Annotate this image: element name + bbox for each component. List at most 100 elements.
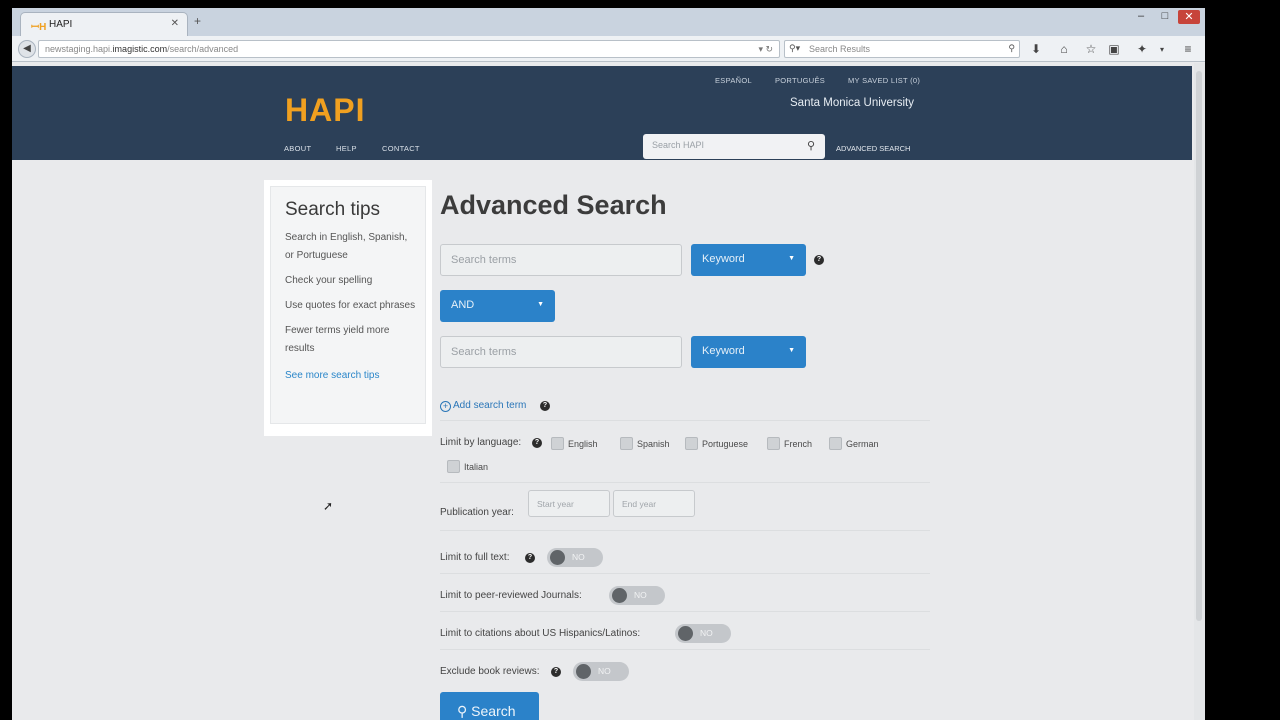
saved-list-link[interactable]: MY SAVED LIST (0) [848, 76, 920, 85]
close-window-icon[interactable]: ✕ [1178, 10, 1200, 24]
help-icon[interactable]: ? [525, 553, 535, 563]
maximize-icon[interactable]: □ [1154, 10, 1176, 24]
toggle-knob [550, 550, 565, 565]
url-domain: imagistic.com [112, 44, 168, 54]
checkbox-french[interactable] [767, 437, 780, 450]
operator-select[interactable]: AND ▼ [440, 290, 555, 322]
start-year-placeholder: Start year [537, 499, 574, 509]
checkbox-label: Italian [464, 462, 489, 472]
hapi-logo[interactable]: HAPI [285, 92, 365, 129]
peer-reviewed-toggle[interactable]: NO [609, 586, 665, 605]
nav-contact[interactable]: CONTACT [382, 144, 420, 153]
field-select-value: Keyword [702, 345, 745, 357]
help-icon[interactable]: ? [532, 438, 542, 448]
checkbox-label: French [784, 439, 813, 449]
new-tab-icon[interactable]: + [194, 14, 201, 28]
bookmarks-menu-icon[interactable]: ▣ [1106, 42, 1122, 56]
toggle-text: NO [572, 552, 585, 562]
nav-help[interactable]: HELP [336, 144, 357, 153]
search-icon[interactable]: ⚲ [807, 139, 815, 152]
search-term-input-1[interactable]: Search terms [440, 244, 682, 276]
browser-search-placeholder: Search Results [809, 44, 871, 54]
search-button[interactable]: ⚲ Search [440, 692, 539, 720]
divider [440, 649, 930, 650]
search-tips-title: Search tips [285, 199, 381, 220]
checkbox-italian[interactable] [447, 460, 460, 473]
toggle-knob [612, 588, 627, 603]
search-term-placeholder: Search terms [451, 346, 517, 358]
divider [440, 482, 930, 483]
download-icon[interactable]: ⬇ [1028, 42, 1044, 56]
checkbox-english[interactable] [551, 437, 564, 450]
close-tab-icon[interactable]: ✕ [171, 18, 179, 29]
add-search-term-label: Add search term [453, 400, 527, 411]
url-prefix: newstaging.hapi. [45, 44, 113, 54]
search-term-placeholder: Search terms [451, 254, 517, 266]
help-icon[interactable]: ? [540, 401, 550, 411]
home-icon[interactable]: ⌂ [1056, 42, 1072, 56]
book-reviews-label: Exclude book reviews: [440, 666, 540, 677]
book-reviews-toggle[interactable]: NO [573, 662, 629, 681]
add-search-term-button[interactable]: + Add search term [440, 400, 526, 412]
site-search-placeholder: Search HAPI [652, 140, 705, 150]
lang-portugues-link[interactable]: PORTUGUÊS [775, 76, 825, 85]
bookmark-star-icon[interactable]: ☆ [1083, 42, 1099, 56]
url-bar[interactable]: newstaging.hapi.imagistic.com/search/adv… [38, 40, 780, 58]
browser-search-field[interactable]: ⚲▾ Search Results ⚲ [784, 40, 1020, 58]
operator-value: AND [451, 299, 475, 311]
scrollbar-thumb[interactable] [1196, 71, 1202, 621]
field-select-2[interactable]: Keyword ▼ [691, 336, 806, 368]
institution-name: Santa Monica University [790, 97, 914, 109]
back-arrow-icon[interactable]: ◀ [18, 40, 36, 58]
help-icon[interactable]: ? [814, 255, 824, 265]
tab-title: HAPI [49, 19, 73, 30]
divider [440, 530, 930, 531]
help-icon[interactable]: ? [551, 667, 561, 677]
tip-item: Fewer terms yield more results [285, 325, 390, 354]
search-icon[interactable]: ⚲ [1008, 43, 1015, 54]
hispanic-label: Limit to citations about US Hispanics/La… [440, 628, 641, 639]
menu-icon[interactable]: ≡ [1180, 42, 1196, 56]
browser-tab[interactable]: ꟷH HAPI ✕ [20, 12, 188, 36]
advanced-search-link[interactable]: ADVANCED SEARCH [836, 144, 910, 153]
search-icon: ⚲ [457, 703, 468, 719]
minimize-icon[interactable]: – [1130, 10, 1152, 24]
checkbox-spanish[interactable] [620, 437, 633, 450]
divider [440, 611, 930, 612]
advanced-search-form: Advanced Search Search terms Keyword ▼ ?… [440, 180, 940, 720]
search-term-input-2[interactable]: Search terms [440, 336, 682, 368]
tab-strip: ꟷH HAPI ✕ + – □ ✕ [12, 8, 1205, 36]
peer-reviewed-label: Limit to peer-reviewed Journals: [440, 590, 582, 601]
mouse-cursor-icon: ➚ [323, 499, 334, 513]
lang-espanol-link[interactable]: ESPAÑOL [715, 76, 752, 85]
scrollbar[interactable] [1194, 63, 1205, 720]
divider [440, 573, 930, 574]
checkbox-label: Portuguese [702, 439, 749, 449]
start-year-input[interactable]: Start year [528, 490, 610, 517]
reload-icon[interactable]: ▾ ↻ [758, 44, 773, 55]
checkbox-label: English [568, 439, 598, 449]
end-year-input[interactable]: End year [613, 490, 695, 517]
addon-icon[interactable]: ✦ [1134, 42, 1150, 56]
divider [440, 420, 930, 421]
navigation-bar: ◀ newstaging.hapi.imagistic.com/search/a… [12, 36, 1205, 62]
nav-about[interactable]: ABOUT [284, 144, 311, 153]
checkbox-label: German [846, 439, 879, 449]
caret-down-icon: ▼ [788, 347, 795, 354]
field-select-value: Keyword [702, 253, 745, 265]
search-button-label: Search [471, 703, 516, 719]
search-engine-icon[interactable]: ⚲▾ [789, 43, 800, 54]
page-content: ESPAÑOL PORTUGUÊS MY SAVED LIST (0) Sant… [12, 63, 1192, 720]
pubyear-label: Publication year: [440, 507, 514, 518]
fulltext-toggle[interactable]: NO [547, 548, 603, 567]
end-year-placeholder: End year [622, 499, 657, 509]
field-select-1[interactable]: Keyword ▼ [691, 244, 806, 276]
hispanic-toggle[interactable]: NO [675, 624, 731, 643]
more-tips-link[interactable]: See more search tips [285, 370, 380, 381]
addon-dropdown-icon[interactable]: ▾ [1154, 45, 1170, 54]
caret-down-icon: ▼ [537, 301, 544, 308]
checkbox-german[interactable] [829, 437, 842, 450]
browser-window: ꟷH HAPI ✕ + – □ ✕ ◀ newstaging.hapi.imag… [12, 8, 1205, 720]
checkbox-portuguese[interactable] [685, 437, 698, 450]
site-search-input[interactable]: Search HAPI ⚲ [643, 134, 825, 159]
